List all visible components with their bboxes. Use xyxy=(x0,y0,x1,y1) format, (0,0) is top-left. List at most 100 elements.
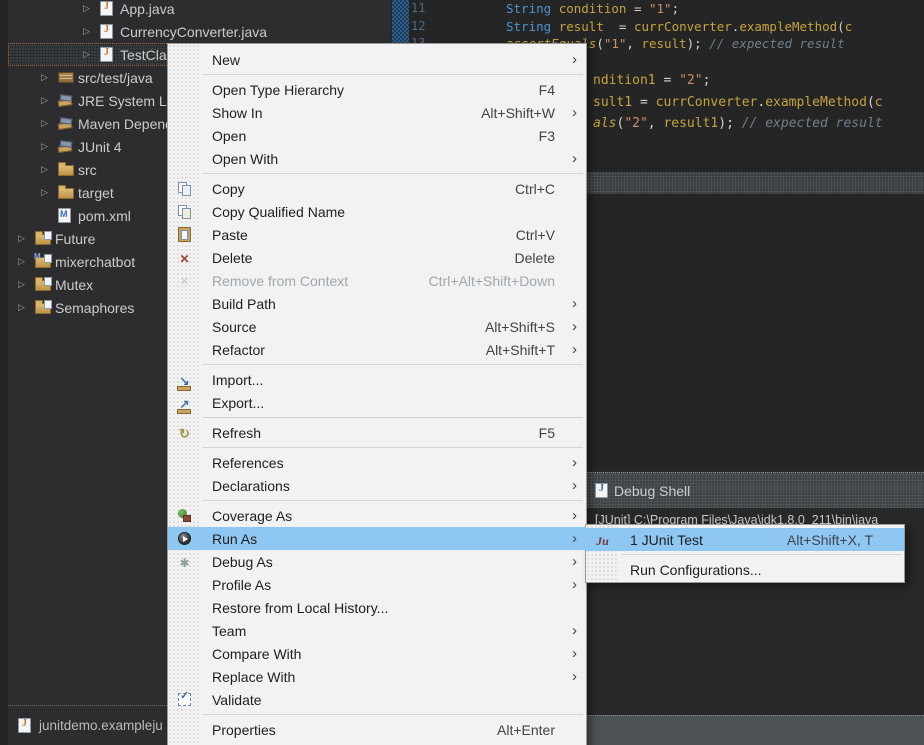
menu-item-remove-from-context[interactable]: Remove from ContextCtrl+Alt+Shift+Down xyxy=(168,269,586,292)
tree-item-label: JUnit 4 xyxy=(78,139,122,155)
project-m-icon xyxy=(35,255,52,268)
menu-item-run-as[interactable]: Run As xyxy=(168,527,586,550)
menu-item-build-path[interactable]: Build Path xyxy=(168,292,586,315)
expand-arrow-icon[interactable] xyxy=(83,49,100,60)
tree-item-app-java[interactable]: App.java xyxy=(8,0,391,20)
menu-item-1-junit-test[interactable]: 1 JUnit TestAlt+Shift+X, T xyxy=(586,528,904,551)
submenu-arrow-icon xyxy=(555,623,586,638)
menu-item-debug-as[interactable]: Debug As xyxy=(168,550,586,573)
menu-icon-gutter xyxy=(168,391,201,414)
menu-icon-gutter xyxy=(586,558,619,581)
tab-debug-shell[interactable]: Debug Shell xyxy=(595,483,690,499)
menu-item-label: Open With xyxy=(201,151,555,167)
menu-item-label: Run Configurations... xyxy=(619,562,873,578)
menu-item-import[interactable]: Import... xyxy=(168,368,586,391)
code-segment xyxy=(551,1,559,16)
copy-qualified-icon xyxy=(178,205,191,219)
code-segment: = xyxy=(604,19,634,34)
menu-item-label: Declarations xyxy=(201,478,555,494)
menu-item-run-configurations[interactable]: Run Configurations... xyxy=(586,558,904,581)
tree-item-label: mixerchatbot xyxy=(55,254,135,270)
code-segment: , xyxy=(648,116,664,131)
submenu-arrow-icon xyxy=(555,342,586,357)
expand-arrow-icon[interactable] xyxy=(41,187,58,198)
submenu-arrow-icon xyxy=(555,508,586,523)
expand-arrow-icon[interactable] xyxy=(41,141,58,152)
menu-item-label: Validate xyxy=(201,692,555,708)
tree-item-label: App.java xyxy=(120,1,174,17)
submenu-arrow-icon xyxy=(555,554,586,569)
expand-arrow-icon[interactable] xyxy=(83,26,100,37)
menu-item-team[interactable]: Team xyxy=(168,619,586,642)
copy-icon xyxy=(178,182,191,196)
menu-item-open[interactable]: OpenF3 xyxy=(168,124,586,147)
menu-item-coverage-as[interactable]: Coverage As xyxy=(168,504,586,527)
menu-item-label: Run As xyxy=(201,531,555,547)
menu-icon-gutter xyxy=(168,124,201,147)
menu-icon-gutter xyxy=(168,504,201,527)
debug-shell-tab-bar: Debug Shell xyxy=(587,472,924,508)
menu-item-export[interactable]: Export... xyxy=(168,391,586,414)
tree-item-label: pom.xml xyxy=(78,208,131,224)
menu-item-replace-with[interactable]: Replace With xyxy=(168,665,586,688)
folder-icon xyxy=(58,186,75,199)
menu-separator xyxy=(203,447,583,448)
menu-item-paste[interactable]: PasteCtrl+V xyxy=(168,223,586,246)
xml-file-icon xyxy=(58,208,75,223)
menu-item-copy-qualified-name[interactable]: Copy Qualified Name xyxy=(168,200,586,223)
menu-item-compare-with[interactable]: Compare With xyxy=(168,642,586,665)
tree-item-currencyconverter-java[interactable]: CurrencyConverter.java xyxy=(8,20,391,43)
menu-icon-gutter xyxy=(168,642,201,665)
expand-arrow-icon[interactable] xyxy=(41,95,58,106)
menu-item-restore-from-local-history[interactable]: Restore from Local History... xyxy=(168,596,586,619)
menu-item-refactor[interactable]: RefactorAlt+Shift+T xyxy=(168,338,586,361)
tree-item-label: JRE System Lib xyxy=(78,93,178,109)
menu-icon-gutter xyxy=(168,665,201,688)
expand-arrow-icon[interactable] xyxy=(18,279,35,290)
code-segment: = xyxy=(626,1,649,16)
tree-item-label: target xyxy=(78,185,114,201)
menu-item-profile-as[interactable]: Profile As xyxy=(168,573,586,596)
submenu-arrow-icon xyxy=(555,531,586,546)
project-icon xyxy=(35,232,52,245)
menu-item-show-in[interactable]: Show InAlt+Shift+W xyxy=(168,101,586,124)
expand-arrow-icon[interactable] xyxy=(18,256,35,267)
code-segment: ( xyxy=(837,19,845,34)
line-number: 12 xyxy=(411,19,425,33)
expand-arrow-icon[interactable] xyxy=(41,164,58,175)
code-segment: result1 xyxy=(663,116,718,131)
expand-arrow-icon[interactable] xyxy=(41,72,58,83)
menu-icon-gutter xyxy=(168,292,201,315)
expand-arrow-icon[interactable] xyxy=(41,118,58,129)
code-line: als("2", result1); // expected result xyxy=(593,116,883,131)
menu-item-references[interactable]: References xyxy=(168,451,586,474)
code-segment: ); xyxy=(718,116,734,131)
menu-icon-gutter xyxy=(168,269,201,292)
code-segment: currConverter xyxy=(656,95,758,110)
menu-shortcut: F3 xyxy=(539,128,555,144)
menu-icon-gutter xyxy=(168,177,201,200)
package-folder-icon xyxy=(58,72,75,83)
menu-item-properties[interactable]: PropertiesAlt+Enter xyxy=(168,718,586,741)
library-icon xyxy=(58,117,75,130)
context-menu: New Open Type HierarchyF4Show InAlt+Shift… xyxy=(167,43,587,745)
menu-item-open-with[interactable]: Open With xyxy=(168,147,586,170)
menu-item-copy[interactable]: CopyCtrl+C xyxy=(168,177,586,200)
expand-arrow-icon[interactable] xyxy=(83,3,100,14)
menu-icon-gutter xyxy=(168,573,201,596)
expand-arrow-icon[interactable] xyxy=(18,233,35,244)
menu-item-open-type-hierarchy[interactable]: Open Type HierarchyF4 xyxy=(168,78,586,101)
menu-item-delete[interactable]: DeleteDelete xyxy=(168,246,586,269)
menu-item-new[interactable]: New xyxy=(168,48,586,71)
expand-arrow-icon[interactable] xyxy=(18,302,35,313)
menu-icon-gutter xyxy=(168,147,201,170)
submenu-arrow-icon xyxy=(555,52,586,67)
menu-item-source[interactable]: SourceAlt+Shift+S xyxy=(168,315,586,338)
menu-item-declarations[interactable]: Declarations xyxy=(168,474,586,497)
menu-item-refresh[interactable]: RefreshF5 xyxy=(168,421,586,444)
menu-item-label: Open xyxy=(201,128,539,144)
menu-icon-gutter xyxy=(168,246,201,269)
menu-item-validate[interactable]: Validate xyxy=(168,688,586,711)
submenu-arrow-icon xyxy=(555,478,586,493)
submenu-arrow-icon xyxy=(555,455,586,470)
